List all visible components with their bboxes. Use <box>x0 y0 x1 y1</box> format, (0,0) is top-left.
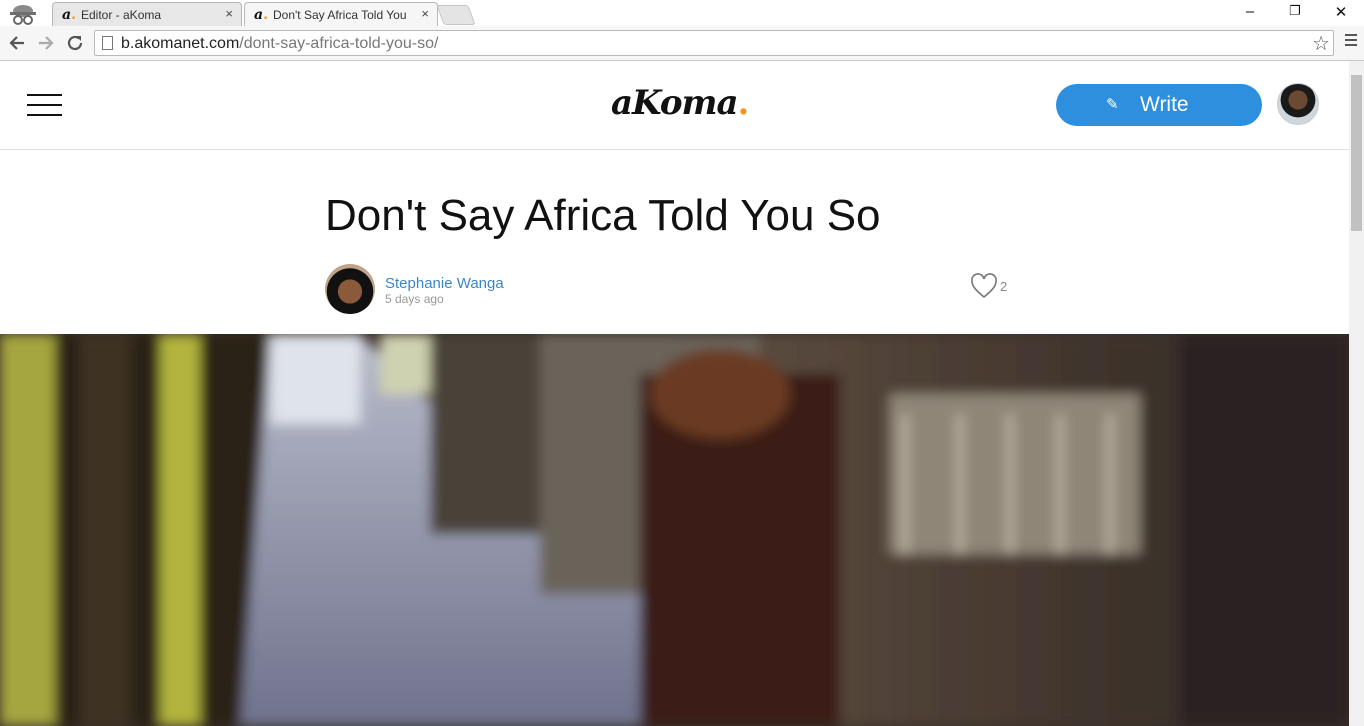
minimize-icon[interactable]: ‒ <box>1235 3 1265 20</box>
akoma-favicon-icon: a. <box>254 7 268 23</box>
post-time: 5 days ago <box>385 292 444 306</box>
close-tab-icon[interactable]: × <box>225 6 233 21</box>
new-tab-button[interactable] <box>436 5 476 25</box>
pencil-icon: ✎ <box>1106 96 1119 113</box>
akoma-favicon-icon: a. <box>62 7 76 23</box>
akoma-logo[interactable]: aKoma. <box>611 83 749 123</box>
restore-icon[interactable]: ❐ <box>1280 3 1310 19</box>
browser-titlebar: a. Editor - aKoma × a. Don't Say Africa … <box>0 0 1364 26</box>
write-button[interactable]: ✎ Write <box>1056 84 1262 126</box>
address-bar[interactable]: b.akomanet.com/dont-say-africa-told-you-… <box>94 30 1334 56</box>
write-label: Write <box>1140 93 1189 116</box>
tab-title: Editor - aKoma <box>81 8 162 22</box>
tab-title: Don't Say Africa Told You So <box>273 8 407 22</box>
chrome-menu-icon[interactable] <box>1344 32 1358 48</box>
forward-icon[interactable] <box>37 34 55 52</box>
author-avatar[interactable] <box>325 264 375 314</box>
heart-icon[interactable] <box>970 273 998 299</box>
hamburger-menu-icon[interactable] <box>27 94 62 116</box>
back-icon[interactable] <box>8 34 26 52</box>
site-header: aKoma. ✎ Write <box>0 61 1349 150</box>
close-window-icon[interactable]: ✕ <box>1326 3 1356 21</box>
article-title: Don't Say Africa Told You So <box>325 191 881 240</box>
article-hero-image <box>0 334 1349 726</box>
tab-article[interactable]: a. Don't Say Africa Told You So × <box>244 2 438 26</box>
bookmark-star-icon[interactable]: ☆ <box>1312 31 1330 56</box>
browser-toolbar: b.akomanet.com/dont-say-africa-told-you-… <box>0 26 1364 61</box>
scrollbar-thumb[interactable] <box>1351 75 1362 231</box>
like-count: 2 <box>1000 279 1008 294</box>
incognito-icon <box>10 5 36 25</box>
author-name-link[interactable]: Stephanie Wanga <box>385 275 504 292</box>
close-tab-icon[interactable]: × <box>421 6 429 21</box>
reload-icon[interactable] <box>66 34 84 52</box>
user-avatar[interactable] <box>1277 83 1319 125</box>
page-scrollbar[interactable] <box>1349 61 1364 726</box>
tab-editor[interactable]: a. Editor - aKoma × <box>52 2 242 26</box>
url-text: b.akomanet.com/dont-say-africa-told-you-… <box>121 35 439 52</box>
page-icon <box>102 36 113 50</box>
